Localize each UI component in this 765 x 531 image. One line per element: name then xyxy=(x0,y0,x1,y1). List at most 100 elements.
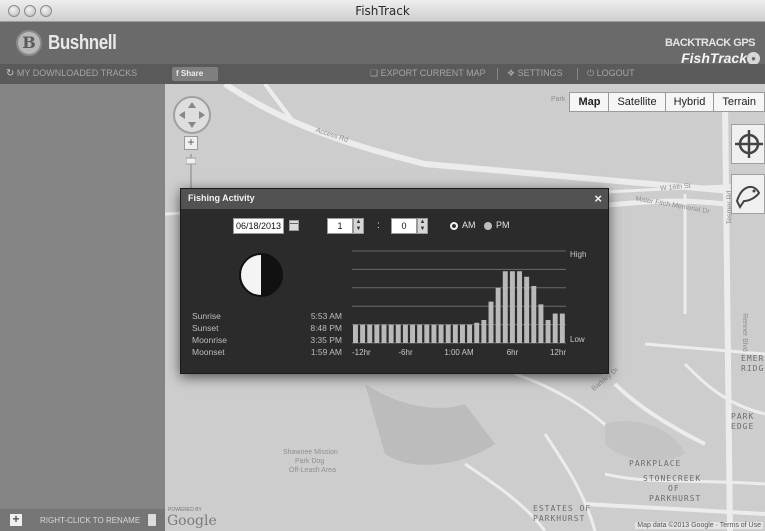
facebook-share-button[interactable]: f Share xyxy=(172,67,218,81)
brand-name: Bushnell xyxy=(48,32,117,54)
chart-bar xyxy=(402,324,408,343)
poi-label: Shawnee Mission xyxy=(283,449,338,456)
pm-radio[interactable] xyxy=(484,222,492,230)
chart-bar xyxy=(509,271,515,343)
fishing-activity-dialog: Fishing Activity × 06/18/2013 1 ▲ ▼ : 0 … xyxy=(180,188,609,374)
dialog-title-bar: Fishing Activity × xyxy=(181,189,608,209)
bushnell-logo: B xyxy=(16,30,42,56)
title-bar: FishTrack xyxy=(0,0,765,22)
window-title: FishTrack xyxy=(355,4,410,18)
chart-bar xyxy=(545,320,551,343)
chart-x-tick-label: 12hr xyxy=(550,348,566,357)
minute-stepper[interactable]: ▲ ▼ xyxy=(417,218,428,234)
add-icon[interactable]: + xyxy=(10,513,22,526)
export-map-button[interactable]: ❏ EXPORT CURRENT MAP xyxy=(370,68,486,79)
chart-bar xyxy=(431,324,437,343)
moonrise-value: 3:35 PM xyxy=(310,335,342,345)
pan-control[interactable] xyxy=(173,96,211,134)
chart-bar xyxy=(488,301,494,343)
hour-field[interactable]: 1 xyxy=(327,218,353,234)
sunset-row: Sunset 8:48 PM xyxy=(192,323,342,335)
settings-button[interactable]: ❖ SETTINGS xyxy=(507,68,563,79)
power-icon: ⏻ xyxy=(587,68,595,78)
neighborhood-label: STONECREEK xyxy=(643,474,702,483)
downloaded-tracks-label: MY DOWNLOADED TRACKS xyxy=(16,68,138,78)
pan-arrows-icon xyxy=(179,102,205,128)
toolbar-divider xyxy=(577,68,578,80)
sunrise-row: Sunrise 5:53 AM xyxy=(192,311,342,323)
dialog-close-button[interactable]: × xyxy=(594,191,602,206)
downloaded-tracks-button[interactable]: ↻ MY DOWNLOADED TRACKS xyxy=(6,68,137,79)
map-type-hybrid[interactable]: Hybrid xyxy=(664,92,715,112)
down-arrow-icon[interactable]: ▼ xyxy=(354,226,363,233)
up-arrow-icon[interactable]: ▲ xyxy=(418,219,427,226)
neighborhood-label: EDGE xyxy=(731,422,755,431)
neighborhood-label: PARKPLACE xyxy=(629,459,682,468)
sidebar-footer: + RIGHT-CLICK TO RENAME xyxy=(0,509,165,531)
toolbar: ↻ MY DOWNLOADED TRACKS f Share ❏ EXPORT … xyxy=(0,64,765,84)
chart-bar xyxy=(424,324,430,343)
chart-x-tick-label: 6hr xyxy=(507,348,519,357)
poi-label: Off-Leash Area xyxy=(289,467,336,474)
chart-bar xyxy=(495,287,501,343)
google-logo[interactable]: Google xyxy=(167,513,217,529)
road-label: Park xyxy=(551,96,566,103)
dialog-title: Fishing Activity xyxy=(188,193,255,203)
chart-bar xyxy=(552,313,558,343)
am-label: AM xyxy=(462,220,476,230)
down-arrow-icon[interactable]: ▼ xyxy=(418,226,427,233)
chart-bar xyxy=(517,271,522,343)
neighborhood-label: EMER xyxy=(741,354,765,363)
am-radio[interactable] xyxy=(450,222,458,230)
map-credits[interactable]: Map data ©2013 Google · Terms of Use xyxy=(635,522,763,529)
neighborhood-label: PARK xyxy=(731,412,755,421)
chart-bar xyxy=(559,313,565,343)
map-type-control: Map Satellite Hybrid Terrain xyxy=(569,92,765,112)
settings-label: SETTINGS xyxy=(517,68,563,78)
chart-x-tick-label: -12hr xyxy=(352,348,371,357)
export-label: EXPORT CURRENT MAP xyxy=(380,68,486,78)
neighborhood-label: OF xyxy=(668,484,680,493)
logout-button[interactable]: ⏻ LOGOUT xyxy=(587,68,635,79)
calendar-icon[interactable] xyxy=(289,220,299,231)
chart-bar xyxy=(474,322,480,343)
export-icon: ❏ xyxy=(370,68,379,78)
moon-phase-icon xyxy=(239,253,283,297)
time-separator: : xyxy=(377,220,380,231)
up-arrow-icon[interactable]: ▲ xyxy=(354,219,363,226)
zoom-in-button[interactable]: + xyxy=(184,136,198,150)
map-type-terrain[interactable]: Terrain xyxy=(713,92,765,112)
chart-high-label: High xyxy=(570,250,586,259)
moonset-row: Moonset 1:59 AM xyxy=(192,347,342,359)
facebook-icon: f xyxy=(176,69,179,78)
fishing-activity-button[interactable] xyxy=(731,174,765,214)
chart-bar xyxy=(502,271,508,343)
neighborhood-label: ESTATES OF xyxy=(533,504,592,513)
trash-icon[interactable] xyxy=(148,514,156,526)
moonrise-label: Moonrise xyxy=(192,335,227,345)
chart-bar xyxy=(445,324,451,343)
chart-low-label: Low xyxy=(570,335,585,344)
pm-label: PM xyxy=(496,220,510,230)
moonset-value: 1:59 AM xyxy=(310,347,342,357)
locate-button[interactable] xyxy=(731,124,765,164)
chart-bar xyxy=(367,324,373,343)
moonset-label: Moonset xyxy=(192,347,225,357)
hour-stepper[interactable]: ▲ ▼ xyxy=(353,218,364,234)
minute-field[interactable]: 0 xyxy=(391,218,417,234)
map-type-satellite[interactable]: Satellite xyxy=(608,92,666,112)
refresh-icon: ↻ xyxy=(6,68,15,79)
chart-bar xyxy=(360,324,366,343)
map-type-map[interactable]: Map xyxy=(569,92,610,112)
fish-icon xyxy=(735,185,761,209)
share-label: Share xyxy=(180,69,204,78)
neighborhood-label: RIDGE xyxy=(741,364,765,373)
chart-bar xyxy=(531,285,537,343)
date-field[interactable]: 06/18/2013 xyxy=(233,218,284,234)
rename-hint: RIGHT-CLICK TO RENAME xyxy=(40,516,141,525)
chart-bar xyxy=(481,320,487,343)
chart-bar xyxy=(388,324,394,343)
logout-label: LOGOUT xyxy=(596,68,635,78)
chart-bar xyxy=(374,324,380,343)
tracks-sidebar: + RIGHT-CLICK TO RENAME xyxy=(0,84,165,531)
